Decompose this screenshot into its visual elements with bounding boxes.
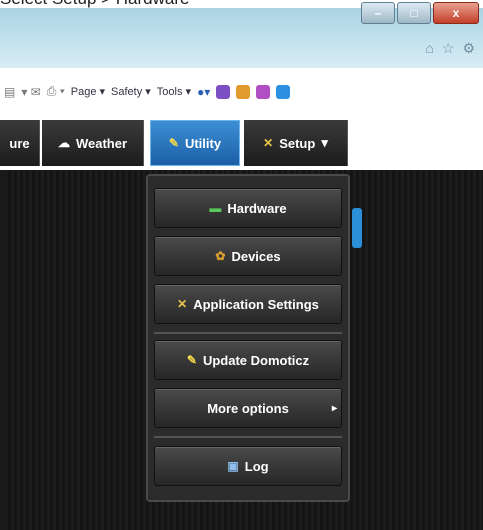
menu-item-more-options[interactable]: More options ▸ [154, 388, 342, 428]
menu-item-devices[interactable]: ✿ Devices [154, 236, 342, 276]
tools-menu[interactable]: Tools ▾ [157, 85, 191, 98]
menu-item-devices-label: Devices [231, 248, 281, 264]
update-icon: ✎ [186, 353, 197, 367]
menu-item-application-settings-label: Application Settings [193, 296, 319, 312]
command-bar: ▤ ▾ ✉ ⎙ ▾ Page ▾ Safety ▾ Tools ▾ ●▾ [0, 68, 483, 119]
hardware-icon: ▬ [209, 201, 222, 215]
tab-temperature-label: ure [9, 135, 30, 151]
addon-icon-3[interactable] [256, 84, 271, 99]
addon-icon-2[interactable] [236, 84, 251, 99]
menu-item-application-settings[interactable]: ✕ Application Settings [154, 284, 342, 324]
chevron-right-icon: ▸ [331, 402, 337, 414]
menu-divider [154, 436, 342, 438]
maximize-button[interactable]: □ [397, 2, 431, 24]
menu-item-log[interactable]: ▣ Log [154, 446, 342, 486]
chevron-down-icon: ▾ [321, 135, 328, 150]
print-icon[interactable]: ⎙ ▾ [47, 84, 65, 99]
window-controls: – □ x [361, 2, 479, 24]
tab-setup[interactable]: ✕ Setup ▾ [244, 120, 348, 166]
main-nav: ure ☁ Weather ✎ Utility ✕ Setup ▾ [0, 118, 483, 170]
devices-icon: ✿ [215, 249, 226, 263]
rss-icon[interactable]: ▤ [4, 85, 15, 99]
tab-utility-label: Utility [184, 135, 222, 151]
menu-item-log-label: Log [244, 458, 269, 474]
tab-utility[interactable]: ✎ Utility [150, 120, 240, 166]
browser-toolbar-icons: ⌂ ☆ ⚙ [425, 40, 475, 57]
caption-text: Select Setup > Hardware [0, 0, 189, 8]
menu-divider [154, 332, 342, 334]
settings-icon: ✕ [177, 297, 188, 311]
blue-panel-edge [352, 208, 362, 248]
safety-menu[interactable]: Safety ▾ [111, 85, 151, 98]
help-icon[interactable]: ●▾ [197, 85, 210, 99]
mail-icon[interactable]: ▾ ✉ [21, 85, 40, 99]
wrench-icon: ✎ [168, 136, 179, 150]
tab-weather[interactable]: ☁ Weather [42, 120, 144, 166]
star-icon[interactable]: ☆ [442, 40, 455, 57]
page-menu[interactable]: Page ▾ [71, 85, 105, 98]
minimize-button[interactable]: – [361, 2, 395, 24]
menu-item-more-options-label: More options [207, 400, 289, 416]
menu-item-hardware[interactable]: ▬ Hardware [154, 188, 342, 228]
close-button[interactable]: x [433, 2, 479, 24]
cloud-icon: ☁ [57, 136, 70, 150]
home-icon[interactable]: ⌂ [425, 40, 433, 57]
menu-item-update-domoticz[interactable]: ✎ Update Domoticz [154, 340, 342, 380]
command-row: ▤ ▾ ✉ ⎙ ▾ Page ▾ Safety ▾ Tools ▾ ●▾ [4, 84, 291, 99]
tab-temperature[interactable]: ure [0, 120, 40, 166]
menu-item-update-domoticz-label: Update Domoticz [202, 352, 310, 368]
addon-icon-4[interactable] [276, 84, 291, 99]
menu-item-hardware-label: Hardware [227, 200, 287, 216]
tab-setup-label: Setup [279, 135, 316, 151]
browser-title-bar: – □ x ⌂ ☆ ⚙ [0, 2, 483, 68]
addon-icon-1[interactable] [216, 84, 231, 99]
gear-icon[interactable]: ⚙ [462, 40, 475, 57]
tools-icon: ✕ [263, 136, 274, 150]
tab-weather-label: Weather [75, 135, 128, 151]
log-icon: ▣ [227, 459, 239, 473]
setup-dropdown-menu: ▬ Hardware ✿ Devices ✕ Application Setti… [146, 174, 350, 502]
